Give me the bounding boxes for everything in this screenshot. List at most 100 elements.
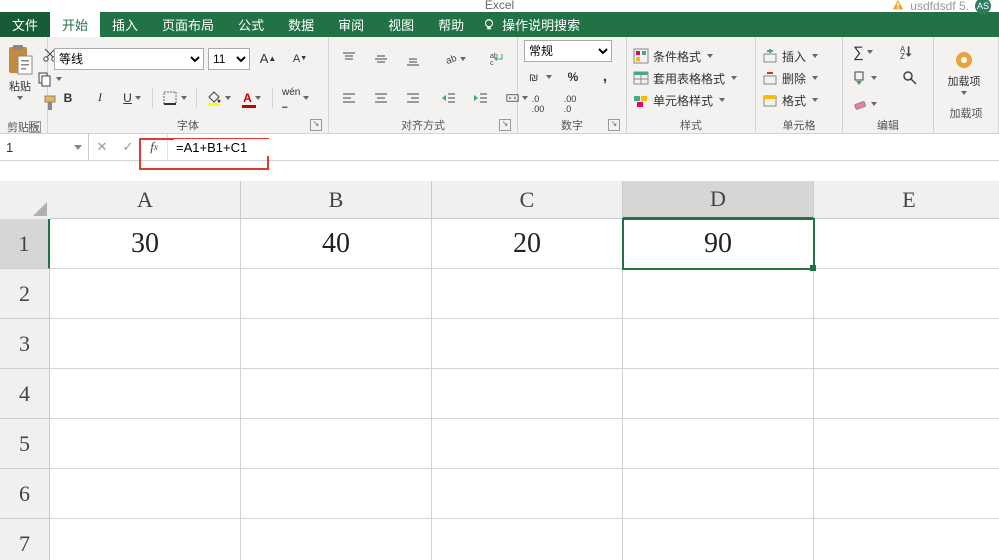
phonetic-button[interactable]: wén▁ xyxy=(279,86,312,110)
cell-D1[interactable]: 90 xyxy=(623,219,814,269)
insert-cells-button[interactable]: 插入 xyxy=(762,46,836,66)
align-bottom-button[interactable] xyxy=(399,47,427,71)
cell-D5[interactable] xyxy=(623,419,814,469)
decrease-indent-button[interactable] xyxy=(435,86,463,110)
col-header-E[interactable]: E xyxy=(814,181,999,219)
align-center-button[interactable] xyxy=(367,86,395,110)
bold-button[interactable]: B xyxy=(54,86,82,110)
cell-B7[interactable] xyxy=(241,519,432,560)
cell-B2[interactable] xyxy=(241,269,432,319)
cell-C7[interactable] xyxy=(432,519,623,560)
align-middle-button[interactable] xyxy=(367,47,395,71)
align-right-button[interactable] xyxy=(399,86,427,110)
cell-A6[interactable] xyxy=(50,469,241,519)
cell-C5[interactable] xyxy=(432,419,623,469)
cell-E3[interactable] xyxy=(814,319,999,369)
cell-C6[interactable] xyxy=(432,469,623,519)
comma-button[interactable]: , xyxy=(591,65,619,89)
cell-E1[interactable] xyxy=(814,219,999,269)
border-button[interactable] xyxy=(159,86,190,110)
fill-color-button[interactable] xyxy=(203,86,234,110)
cell-A7[interactable] xyxy=(50,519,241,560)
tab-review[interactable]: 审阅 xyxy=(326,12,376,37)
decrease-font-button[interactable]: A▼ xyxy=(286,47,314,71)
addins-button[interactable]: 加载项 xyxy=(940,39,988,105)
cell-B5[interactable] xyxy=(241,419,432,469)
cell-C1[interactable]: 20 xyxy=(432,219,623,269)
cell-C4[interactable] xyxy=(432,369,623,419)
cell-A2[interactable] xyxy=(50,269,241,319)
increase-indent-button[interactable] xyxy=(467,86,495,110)
select-all-button[interactable] xyxy=(0,181,51,220)
row-header-1[interactable]: 1 xyxy=(0,219,50,269)
align-top-button[interactable] xyxy=(335,47,363,71)
tab-view[interactable]: 视图 xyxy=(376,12,426,37)
table-format-button[interactable]: 套用表格格式 xyxy=(633,68,749,88)
increase-font-button[interactable]: A▲ xyxy=(254,47,282,71)
tell-me[interactable]: 操作说明搜索 xyxy=(482,12,580,37)
cell-C2[interactable] xyxy=(432,269,623,319)
fx-button[interactable]: fx xyxy=(141,139,167,155)
cell-D2[interactable] xyxy=(623,269,814,319)
cell-E5[interactable] xyxy=(814,419,999,469)
tab-formulas[interactable]: 公式 xyxy=(226,12,276,37)
orientation-button[interactable]: ab xyxy=(441,47,470,71)
cell-A1[interactable]: 30 xyxy=(50,219,241,269)
cell-D3[interactable] xyxy=(623,319,814,369)
accounting-button[interactable]: ₪ xyxy=(524,65,555,89)
cell-E4[interactable] xyxy=(814,369,999,419)
clipboard-launcher[interactable]: ↘ xyxy=(29,121,41,133)
row-header-5[interactable]: 5 xyxy=(0,419,50,469)
font-name-select[interactable]: 等线 xyxy=(54,48,204,70)
autosum-button[interactable]: ∑ xyxy=(849,40,877,64)
format-cells-button[interactable]: 格式 xyxy=(762,90,836,110)
tab-file[interactable]: 文件 xyxy=(0,12,50,37)
cell-A5[interactable] xyxy=(50,419,241,469)
enter-formula-button[interactable]: ✓ xyxy=(115,139,141,155)
row-header-7[interactable]: 7 xyxy=(0,519,50,560)
paste-button[interactable]: 粘贴 xyxy=(6,39,34,105)
font-color-button[interactable]: A xyxy=(238,86,266,110)
cell-B3[interactable] xyxy=(241,319,432,369)
alignment-launcher[interactable]: ↘ xyxy=(499,119,511,131)
number-launcher[interactable]: ↘ xyxy=(608,119,620,131)
cancel-formula-button[interactable]: ✕ xyxy=(89,139,115,155)
col-header-C[interactable]: C xyxy=(432,181,623,219)
cell-E6[interactable] xyxy=(814,469,999,519)
row-header-4[interactable]: 4 xyxy=(0,369,50,419)
decrease-decimal-button[interactable]: .00.0 xyxy=(556,92,584,116)
col-header-D[interactable]: D xyxy=(623,181,814,219)
row-header-2[interactable]: 2 xyxy=(0,269,50,319)
tab-page-layout[interactable]: 页面布局 xyxy=(150,12,226,37)
cell-D4[interactable] xyxy=(623,369,814,419)
cell-D7[interactable] xyxy=(623,519,814,560)
cell-A4[interactable] xyxy=(50,369,241,419)
tab-insert[interactable]: 插入 xyxy=(100,12,150,37)
cell-B4[interactable] xyxy=(241,369,432,419)
italic-button[interactable]: I xyxy=(86,86,114,110)
avatar[interactable]: AS xyxy=(975,0,991,14)
col-header-A[interactable]: A xyxy=(50,181,241,219)
delete-cells-button[interactable]: 删除 xyxy=(762,68,836,88)
row-header-3[interactable]: 3 xyxy=(0,319,50,369)
cell-E7[interactable] xyxy=(814,519,999,560)
cell-C3[interactable] xyxy=(432,319,623,369)
tab-help[interactable]: 帮助 xyxy=(426,12,476,37)
find-button[interactable] xyxy=(896,66,924,90)
conditional-format-button[interactable]: 条件格式 xyxy=(633,46,749,66)
col-header-B[interactable]: B xyxy=(241,181,432,219)
percent-button[interactable]: % xyxy=(559,65,587,89)
formula-input[interactable] xyxy=(174,139,478,156)
cell-D6[interactable] xyxy=(623,469,814,519)
cell-styles-button[interactable]: 单元格样式 xyxy=(633,90,749,110)
row-header-6[interactable]: 6 xyxy=(0,469,50,519)
align-left-button[interactable] xyxy=(335,86,363,110)
cell-A3[interactable] xyxy=(50,319,241,369)
tab-home[interactable]: 开始 xyxy=(50,12,100,37)
tab-data[interactable]: 数据 xyxy=(276,12,326,37)
sort-filter-button[interactable]: AZ xyxy=(893,40,921,64)
clear-button[interactable] xyxy=(849,92,880,116)
cell-B1[interactable]: 40 xyxy=(241,219,432,269)
font-size-select[interactable]: 11 xyxy=(208,48,250,70)
cell-E2[interactable] xyxy=(814,269,999,319)
